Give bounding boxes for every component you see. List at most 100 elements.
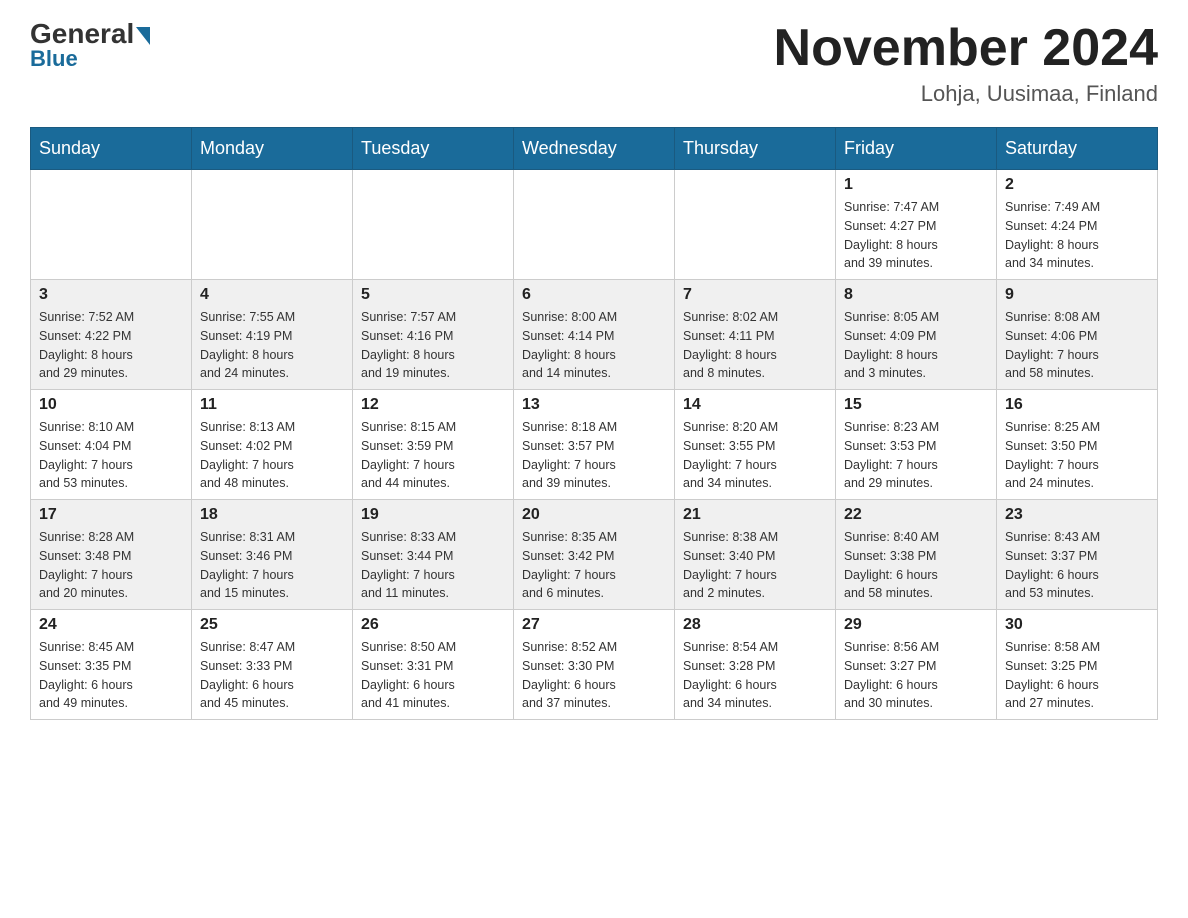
day-number: 25 bbox=[200, 616, 344, 634]
day-number: 19 bbox=[361, 506, 505, 524]
day-info: Sunrise: 8:00 AM Sunset: 4:14 PM Dayligh… bbox=[522, 308, 666, 383]
location-subtitle: Lohja, Uusimaa, Finland bbox=[774, 81, 1158, 107]
page-header: General Blue November 2024 Lohja, Uusima… bbox=[30, 20, 1158, 107]
calendar-week-row: 1 Sunrise: 7:47 AM Sunset: 4:27 PM Daylig… bbox=[31, 170, 1158, 280]
day-number: 22 bbox=[844, 506, 988, 524]
calendar-week-row: 24Sunrise: 8:45 AM Sunset: 3:35 PM Dayli… bbox=[31, 610, 1158, 720]
day-number: 9 bbox=[1005, 286, 1149, 304]
calendar-cell: 1 Sunrise: 7:47 AM Sunset: 4:27 PM Daylig… bbox=[836, 170, 997, 280]
calendar-cell: 16 Sunrise: 8:25 AM Sunset: 3:50 PM Dayli… bbox=[997, 390, 1158, 500]
day-info: Sunrise: 8:08 AM Sunset: 4:06 PM Dayligh… bbox=[1005, 308, 1149, 383]
calendar-cell: 26Sunrise: 8:50 AM Sunset: 3:31 PM Dayli… bbox=[353, 610, 514, 720]
day-info: Sunrise: 8:31 AM Sunset: 3:46 PM Dayligh… bbox=[200, 528, 344, 603]
day-info: Sunrise: 8:25 AM Sunset: 3:50 PM Dayligh… bbox=[1005, 418, 1149, 493]
day-info: Sunrise: 8:23 AM Sunset: 3:53 PM Dayligh… bbox=[844, 418, 988, 493]
calendar-cell: 9 Sunrise: 8:08 AM Sunset: 4:06 PM Daylig… bbox=[997, 280, 1158, 390]
day-number: 17 bbox=[39, 506, 183, 524]
calendar-cell: 28 Sunrise: 8:54 AM Sunset: 3:28 PM Dayli… bbox=[675, 610, 836, 720]
calendar-cell: 27Sunrise: 8:52 AM Sunset: 3:30 PM Dayli… bbox=[514, 610, 675, 720]
day-info: Sunrise: 8:40 AM Sunset: 3:38 PM Dayligh… bbox=[844, 528, 988, 603]
day-info: Sunrise: 8:13 AM Sunset: 4:02 PM Dayligh… bbox=[200, 418, 344, 493]
calendar-cell bbox=[514, 170, 675, 280]
calendar-cell: 5 Sunrise: 7:57 AM Sunset: 4:16 PM Daylig… bbox=[353, 280, 514, 390]
day-info: Sunrise: 8:28 AM Sunset: 3:48 PM Dayligh… bbox=[39, 528, 183, 603]
calendar-cell: 8 Sunrise: 8:05 AM Sunset: 4:09 PM Daylig… bbox=[836, 280, 997, 390]
calendar-cell: 10 Sunrise: 8:10 AM Sunset: 4:04 PM Dayli… bbox=[31, 390, 192, 500]
day-number: 16 bbox=[1005, 396, 1149, 414]
day-number: 13 bbox=[522, 396, 666, 414]
calendar-cell: 21Sunrise: 8:38 AM Sunset: 3:40 PM Dayli… bbox=[675, 500, 836, 610]
day-number: 30 bbox=[1005, 616, 1149, 634]
weekday-header-thursday: Thursday bbox=[675, 128, 836, 170]
calendar-week-row: 10 Sunrise: 8:10 AM Sunset: 4:04 PM Dayli… bbox=[31, 390, 1158, 500]
day-number: 18 bbox=[200, 506, 344, 524]
day-info: Sunrise: 8:56 AM Sunset: 3:27 PM Dayligh… bbox=[844, 638, 988, 713]
day-info: Sunrise: 8:47 AM Sunset: 3:33 PM Dayligh… bbox=[200, 638, 344, 713]
day-info: Sunrise: 7:47 AM Sunset: 4:27 PM Dayligh… bbox=[844, 198, 988, 273]
calendar-cell: 13 Sunrise: 8:18 AM Sunset: 3:57 PM Dayli… bbox=[514, 390, 675, 500]
day-info: Sunrise: 8:05 AM Sunset: 4:09 PM Dayligh… bbox=[844, 308, 988, 383]
calendar-cell bbox=[353, 170, 514, 280]
day-info: Sunrise: 7:55 AM Sunset: 4:19 PM Dayligh… bbox=[200, 308, 344, 383]
day-info: Sunrise: 7:52 AM Sunset: 4:22 PM Dayligh… bbox=[39, 308, 183, 383]
day-info: Sunrise: 8:15 AM Sunset: 3:59 PM Dayligh… bbox=[361, 418, 505, 493]
day-info: Sunrise: 8:38 AM Sunset: 3:40 PM Dayligh… bbox=[683, 528, 827, 603]
day-info: Sunrise: 8:52 AM Sunset: 3:30 PM Dayligh… bbox=[522, 638, 666, 713]
day-info: Sunrise: 8:18 AM Sunset: 3:57 PM Dayligh… bbox=[522, 418, 666, 493]
day-info: Sunrise: 8:10 AM Sunset: 4:04 PM Dayligh… bbox=[39, 418, 183, 493]
calendar-cell: 14 Sunrise: 8:20 AM Sunset: 3:55 PM Dayli… bbox=[675, 390, 836, 500]
day-number: 14 bbox=[683, 396, 827, 414]
day-number: 15 bbox=[844, 396, 988, 414]
calendar-cell: 25 Sunrise: 8:47 AM Sunset: 3:33 PM Dayli… bbox=[192, 610, 353, 720]
calendar-cell: 6 Sunrise: 8:00 AM Sunset: 4:14 PM Daylig… bbox=[514, 280, 675, 390]
day-number: 28 bbox=[683, 616, 827, 634]
calendar-header-row: SundayMondayTuesdayWednesdayThursdayFrid… bbox=[31, 128, 1158, 170]
calendar-cell: 20 Sunrise: 8:35 AM Sunset: 3:42 PM Dayli… bbox=[514, 500, 675, 610]
calendar-week-row: 3 Sunrise: 7:52 AM Sunset: 4:22 PM Daylig… bbox=[31, 280, 1158, 390]
day-number: 1 bbox=[844, 176, 988, 194]
day-number: 10 bbox=[39, 396, 183, 414]
day-number: 8 bbox=[844, 286, 988, 304]
day-number: 23 bbox=[1005, 506, 1149, 524]
day-number: 20 bbox=[522, 506, 666, 524]
calendar-cell: 29Sunrise: 8:56 AM Sunset: 3:27 PM Dayli… bbox=[836, 610, 997, 720]
calendar-cell bbox=[31, 170, 192, 280]
day-number: 6 bbox=[522, 286, 666, 304]
calendar-cell: 7 Sunrise: 8:02 AM Sunset: 4:11 PM Daylig… bbox=[675, 280, 836, 390]
day-info: Sunrise: 8:58 AM Sunset: 3:25 PM Dayligh… bbox=[1005, 638, 1149, 713]
calendar-cell: 24Sunrise: 8:45 AM Sunset: 3:35 PM Dayli… bbox=[31, 610, 192, 720]
calendar-cell: 23 Sunrise: 8:43 AM Sunset: 3:37 PM Dayli… bbox=[997, 500, 1158, 610]
weekday-header-saturday: Saturday bbox=[997, 128, 1158, 170]
calendar-cell: 15 Sunrise: 8:23 AM Sunset: 3:53 PM Dayli… bbox=[836, 390, 997, 500]
weekday-header-monday: Monday bbox=[192, 128, 353, 170]
day-info: Sunrise: 8:45 AM Sunset: 3:35 PM Dayligh… bbox=[39, 638, 183, 713]
calendar-cell: 4 Sunrise: 7:55 AM Sunset: 4:19 PM Daylig… bbox=[192, 280, 353, 390]
day-number: 7 bbox=[683, 286, 827, 304]
calendar-cell: 19 Sunrise: 8:33 AM Sunset: 3:44 PM Dayli… bbox=[353, 500, 514, 610]
calendar-cell bbox=[192, 170, 353, 280]
day-info: Sunrise: 8:02 AM Sunset: 4:11 PM Dayligh… bbox=[683, 308, 827, 383]
day-info: Sunrise: 7:57 AM Sunset: 4:16 PM Dayligh… bbox=[361, 308, 505, 383]
day-number: 4 bbox=[200, 286, 344, 304]
logo-arrow-icon bbox=[136, 27, 150, 45]
day-info: Sunrise: 8:35 AM Sunset: 3:42 PM Dayligh… bbox=[522, 528, 666, 603]
day-info: Sunrise: 8:33 AM Sunset: 3:44 PM Dayligh… bbox=[361, 528, 505, 603]
calendar-cell: 18 Sunrise: 8:31 AM Sunset: 3:46 PM Dayli… bbox=[192, 500, 353, 610]
calendar-cell: 12 Sunrise: 8:15 AM Sunset: 3:59 PM Dayli… bbox=[353, 390, 514, 500]
calendar-week-row: 17 Sunrise: 8:28 AM Sunset: 3:48 PM Dayli… bbox=[31, 500, 1158, 610]
day-number: 5 bbox=[361, 286, 505, 304]
weekday-header-friday: Friday bbox=[836, 128, 997, 170]
calendar-cell: 22 Sunrise: 8:40 AM Sunset: 3:38 PM Dayli… bbox=[836, 500, 997, 610]
calendar-cell: 11Sunrise: 8:13 AM Sunset: 4:02 PM Dayli… bbox=[192, 390, 353, 500]
day-info: Sunrise: 8:43 AM Sunset: 3:37 PM Dayligh… bbox=[1005, 528, 1149, 603]
weekday-header-sunday: Sunday bbox=[31, 128, 192, 170]
weekday-header-wednesday: Wednesday bbox=[514, 128, 675, 170]
title-area: November 2024 Lohja, Uusimaa, Finland bbox=[774, 20, 1158, 107]
day-number: 12 bbox=[361, 396, 505, 414]
day-number: 3 bbox=[39, 286, 183, 304]
logo: General Blue bbox=[30, 20, 150, 72]
day-info: Sunrise: 8:50 AM Sunset: 3:31 PM Dayligh… bbox=[361, 638, 505, 713]
month-year-title: November 2024 bbox=[774, 20, 1158, 77]
day-info: Sunrise: 8:20 AM Sunset: 3:55 PM Dayligh… bbox=[683, 418, 827, 493]
day-info: Sunrise: 8:54 AM Sunset: 3:28 PM Dayligh… bbox=[683, 638, 827, 713]
